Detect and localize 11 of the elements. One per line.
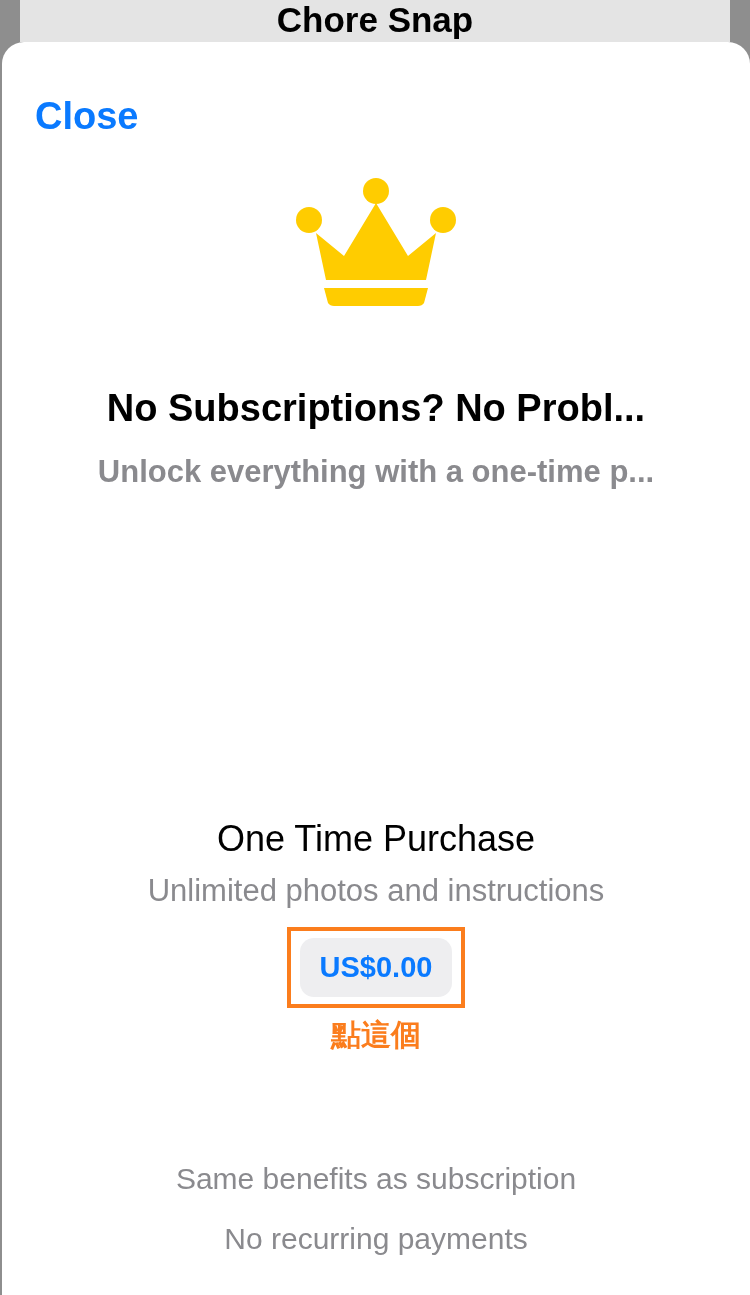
sheet-title: No Subscriptions? No Probl...	[105, 385, 647, 431]
benefit-text: No recurring payments	[224, 1221, 528, 1258]
benefit-text: Same benefits as subscription	[175, 1161, 577, 1198]
crown-icon	[296, 177, 456, 308]
close-button[interactable]: Close	[35, 96, 139, 138]
sheet-subtitle: Unlock everything with a one-time p...	[96, 453, 656, 491]
annotation-label: 點這個	[331, 1017, 421, 1054]
offer-description: Unlimited photos and instructions	[146, 871, 606, 909]
background-title: Chore Snap	[276, 0, 474, 41]
offer-title: One Time Purchase	[215, 816, 537, 860]
price-button[interactable]: US$0.00	[299, 937, 453, 998]
